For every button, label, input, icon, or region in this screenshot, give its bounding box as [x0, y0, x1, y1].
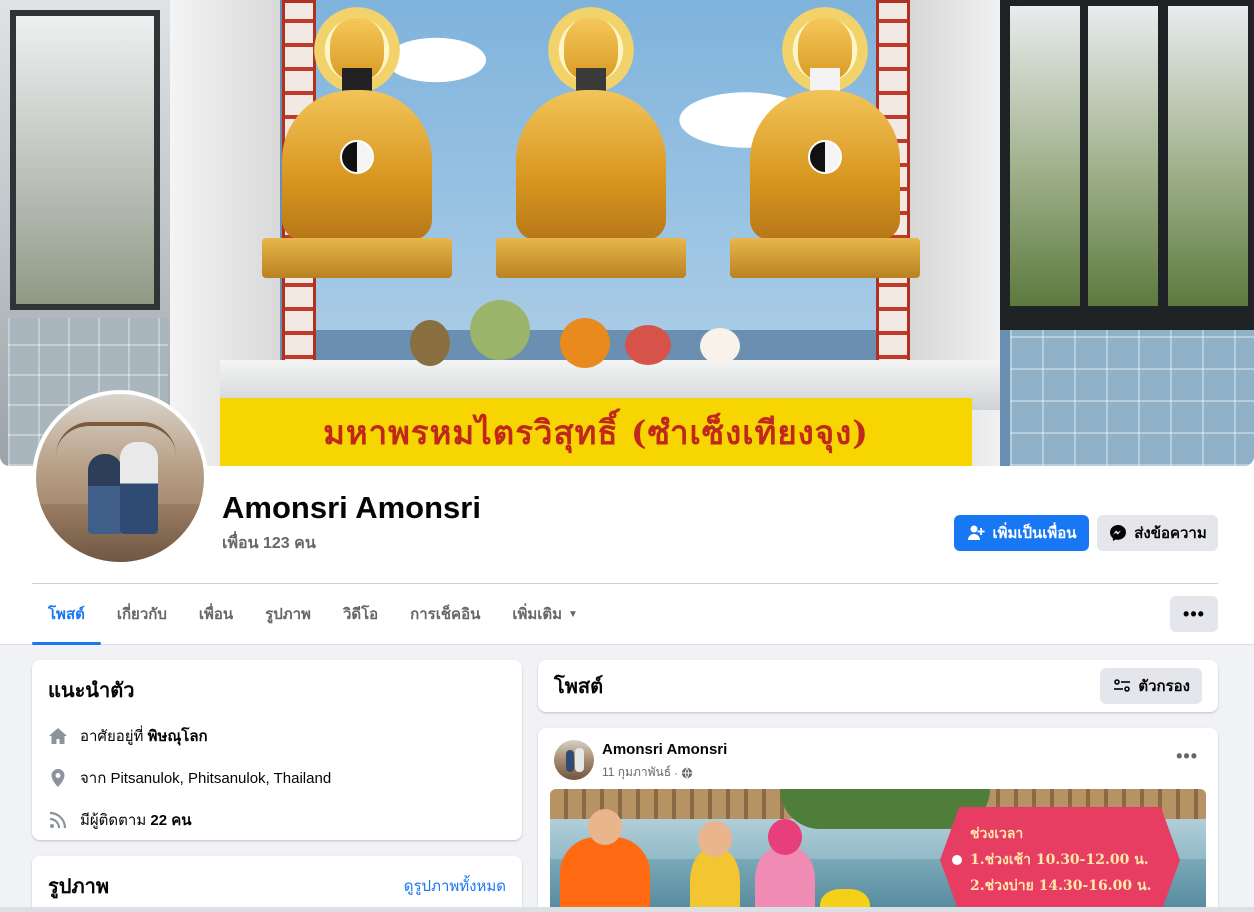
post-meta: 11 กุมภาพันธ์ ·	[602, 763, 693, 782]
filter-label: ตัวกรอง	[1138, 678, 1190, 695]
tab-more[interactable]: เพิ่มเติม ▼	[496, 584, 594, 644]
photo-person-orange	[560, 809, 650, 912]
intro-from-text[interactable]: จาก Pitsanulok, Phitsanulok, Thailand	[80, 766, 331, 790]
add-friend-icon	[966, 523, 986, 543]
intro-from: จาก Pitsanulok, Phitsanulok, Thailand	[48, 766, 506, 790]
cover-glass-blocks-right	[1010, 330, 1254, 466]
filter-icon	[1112, 676, 1132, 696]
profile-picture	[36, 394, 204, 562]
offering-apples	[625, 325, 671, 365]
window-bottom-edge	[0, 907, 1254, 912]
tab-videos[interactable]: วิดีโอ	[327, 584, 394, 644]
add-friend-button[interactable]: เพิ่มเป็นเพื่อน	[954, 515, 1089, 551]
send-message-button[interactable]: ส่งข้อความ	[1097, 515, 1218, 551]
send-message-label: ส่งข้อความ	[1134, 525, 1207, 542]
intro-lives-prefix: อาศัยอยู่ที่	[80, 728, 144, 745]
see-all-photos-link[interactable]: ดูรูปภาพทั้งหมด	[404, 874, 506, 898]
post-author-name[interactable]: Amonsri Amonsri	[602, 741, 727, 758]
profile-tabs: โพสต์ เกี่ยวกับ เพื่อน รูปภาพ วิดีโอ การ…	[32, 584, 594, 645]
cover-window-left	[10, 10, 160, 310]
posts-title: โพสต์	[554, 676, 604, 698]
post-photo[interactable]: ช่วงเวลา 1.ช่วงเช้า 10.30-12.00 น. 2.ช่ว…	[550, 789, 1206, 912]
home-icon	[48, 726, 68, 746]
globe-icon	[681, 767, 693, 779]
offering-oranges	[560, 318, 610, 368]
offering-flowers	[470, 300, 530, 360]
intro-followers-value[interactable]: 22 คน	[150, 812, 191, 829]
tab-friends[interactable]: เพื่อน	[183, 584, 249, 644]
meta-separator: ·	[674, 765, 679, 780]
tab-posts[interactable]: โพสต์	[32, 584, 101, 645]
tab-checkins[interactable]: การเช็คอิน	[394, 584, 496, 644]
cover-banner: มหาพรหมไตรวิสุทธิ์ (ซำเซ็งเทียงจุง)	[220, 398, 972, 466]
offering-pineapple	[410, 320, 450, 366]
profile-more-button[interactable]: •••	[1170, 596, 1218, 632]
rss-followers-icon	[48, 810, 68, 830]
posts-header-card: โพสต์ ตัวกรอง	[538, 660, 1218, 712]
photo-child-pink	[755, 819, 815, 912]
schedule-title: ช่วงเวลา	[970, 826, 1024, 842]
add-friend-label: เพิ่มเป็นเพื่อน	[992, 525, 1077, 542]
tab-about[interactable]: เกี่ยวกับ	[101, 584, 183, 644]
cover-photo[interactable]: มหาพรหมไตรวิสุทธิ์ (ซำเซ็งเทียงจุง)	[0, 0, 1254, 466]
intro-title: แนะนำตัว	[48, 680, 135, 702]
friends-count-link[interactable]: เพื่อน 123 คน	[222, 531, 316, 556]
messenger-icon	[1108, 523, 1128, 543]
post-options-button[interactable]: •••	[1176, 746, 1198, 767]
photos-card: รูปภาพ ดูรูปภาพทั้งหมด	[32, 856, 522, 912]
intro-followers: มีผู้ติดตาม 22 คน	[48, 808, 506, 832]
profile-avatar[interactable]	[32, 390, 208, 566]
caret-down-icon: ▼	[568, 608, 578, 620]
filter-button[interactable]: ตัวกรอง	[1100, 668, 1202, 704]
intro-followers-prefix: มีผู้ติดตาม	[80, 812, 147, 829]
more-dots-icon: •••	[1183, 603, 1205, 624]
intro-lives-value[interactable]: พิษณุโลก	[148, 728, 208, 745]
intro-card: แนะนำตัว อาศัยอยู่ที่ พิษณุโลก จาก Pitsa…	[32, 660, 522, 840]
schedule-sign: ช่วงเวลา 1.ช่วงเช้า 10.30-12.00 น. 2.ช่ว…	[940, 807, 1180, 912]
post-card: Amonsri Amonsri 11 กุมภาพันธ์ · ••• ช่วง…	[538, 728, 1218, 912]
location-pin-icon	[48, 768, 68, 788]
schedule-line-afternoon: 2.ช่วงบ่าย 14.30-16.00 น.	[970, 878, 1152, 894]
cover-banner-text: มหาพรหมไตรวิสุทธิ์ (ซำเซ็งเทียงจุง)	[323, 412, 869, 452]
profile-name: Amonsri Amonsri	[222, 490, 481, 525]
post-date[interactable]: 11 กุมภาพันธ์	[602, 763, 671, 782]
tab-photos[interactable]: รูปภาพ	[249, 584, 327, 644]
post-author-avatar[interactable]	[554, 740, 594, 780]
intro-lives-in: อาศัยอยู่ที่ พิษณุโลก	[48, 724, 506, 748]
profile-header: มหาพรหมไตรวิสุทธิ์ (ซำเซ็งเทียงจุง) Amon…	[0, 0, 1254, 645]
photo-child-yellow	[690, 821, 740, 912]
offering-cakes	[700, 328, 740, 364]
schedule-line-morning: 1.ช่วงเช้า 10.30-12.00 น.	[970, 852, 1149, 868]
cover-window-right	[1000, 0, 1254, 330]
